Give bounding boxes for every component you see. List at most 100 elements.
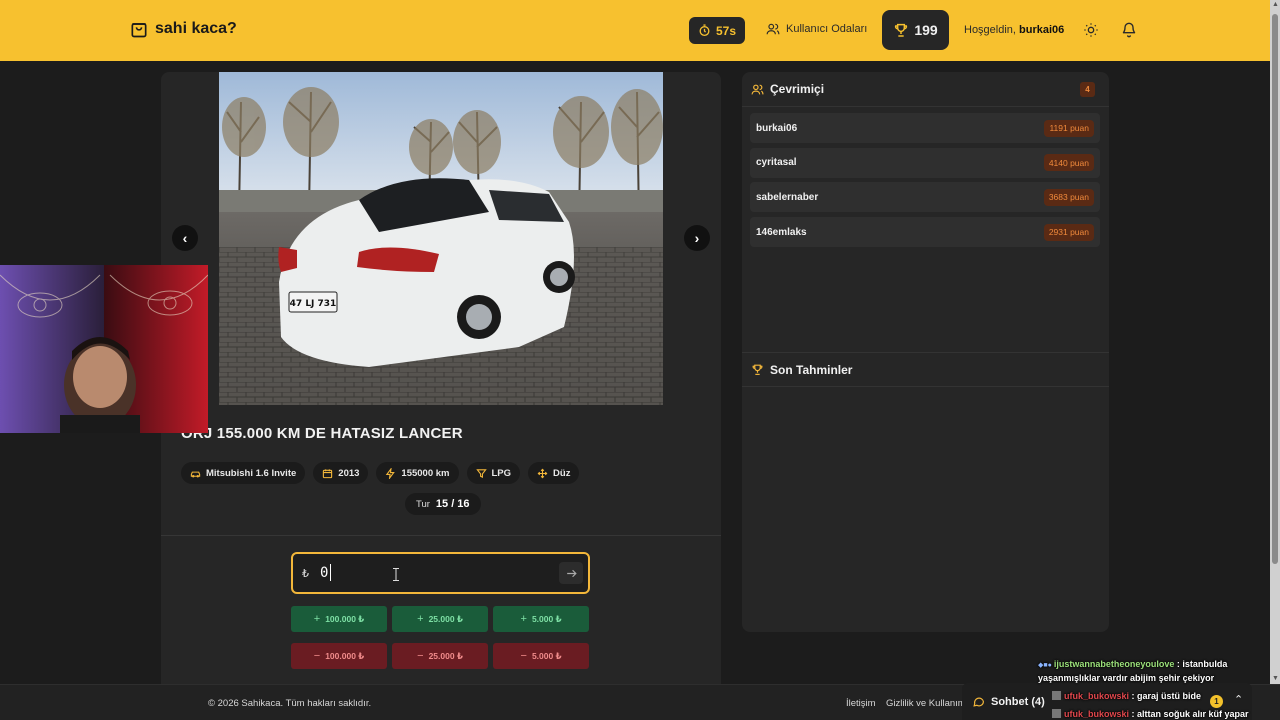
logo-text: sahi kaca?	[155, 20, 237, 37]
gauge-icon	[386, 467, 396, 479]
chat-text: : alttan soğuk alır küf yapar	[1129, 709, 1249, 719]
fuel-icon	[475, 468, 487, 478]
online-title: Çevrimiçi	[770, 82, 825, 96]
contact-link[interactable]: İletişim	[846, 698, 876, 709]
previous-photo-button[interactable]: ‹	[172, 225, 198, 251]
stream-chat-message: ◆■● ijustwannabetheoneyoulove : istanbuld…	[1038, 658, 1227, 672]
gear-shift-icon	[537, 468, 548, 478]
chat-username: ijustwannabetheoneyoulove	[1053, 659, 1175, 669]
subtract-25000-button[interactable]: −25.000 ₺	[392, 643, 488, 669]
add-5000-button[interactable]: +5.000 ₺	[493, 606, 589, 632]
spec-chip-mileage: 155000 km	[376, 462, 459, 484]
user-rooms-link[interactable]: Kullanıcı Odaları	[766, 22, 867, 36]
chat-text: : garaj üstü bide	[1129, 691, 1202, 701]
increase-buttons: +100.000 ₺ +25.000 ₺ +5.000 ₺	[291, 606, 589, 632]
chat-unread-badge: 1	[1210, 695, 1223, 708]
shopping-bag-icon	[131, 23, 147, 38]
price-guess-input[interactable]: ₺ 0	[291, 552, 590, 594]
chevron-right-icon: ›	[694, 230, 700, 246]
chat-username: ufuk_bukowski	[1064, 691, 1130, 701]
minus-icon: −	[417, 650, 424, 662]
list-item[interactable]: cyritasal 4140 puan	[750, 147, 1100, 178]
subtract-25000-label: 25.000 ₺	[428, 650, 463, 661]
score-button[interactable]: 199	[882, 10, 949, 50]
spec-year-label: 2013	[338, 467, 360, 479]
guess-value[interactable]: 0	[320, 565, 328, 581]
spec-fuel-label: LPG	[491, 467, 512, 479]
scroll-up-arrow-icon[interactable]: ▲	[1272, 1, 1279, 8]
stream-chat-message: ufuk_bukowski : alttan soğuk alır küf ya…	[1052, 708, 1249, 720]
user-points-badge: 3683 puan	[1043, 188, 1094, 206]
users-icon	[766, 23, 780, 35]
chat-username: ufuk_bukowski	[1064, 709, 1130, 719]
spec-chip-fuel: LPG	[466, 462, 521, 484]
timer-value: 57s	[715, 23, 737, 38]
list-item[interactable]: sabelernaber 3683 puan	[750, 182, 1100, 213]
add-100000-label: 100.000 ₺	[325, 613, 365, 624]
add-25000-label: 25.000 ₺	[428, 613, 463, 624]
round-value: 15 / 16	[435, 498, 470, 510]
privacy-link[interactable]: Gizlilik ve Kullanım	[886, 698, 966, 709]
chat-label: Sohbet (4)	[972, 695, 1045, 708]
car-photo-image: 47 LJ 731	[219, 72, 663, 405]
bell-icon[interactable]	[1121, 22, 1137, 38]
subtract-5000-button[interactable]: −5.000 ₺	[493, 643, 589, 669]
license-plate-text: 47 LJ 731	[290, 299, 337, 309]
user-points-badge: 1191 puan	[1044, 119, 1094, 137]
score-value: 199	[914, 22, 938, 38]
user-name: cyritasal	[756, 157, 797, 169]
spec-chips: Mitsubishi 1.6 Invite 2013 155000 km LPG…	[181, 462, 580, 484]
sun-icon[interactable]	[1083, 22, 1099, 38]
webcam-overlay	[0, 265, 208, 433]
page-scrollbar[interactable]: ▲ ▼	[1270, 0, 1280, 684]
user-points-badge: 2931 puan	[1043, 223, 1094, 241]
chevron-left-icon: ‹	[182, 230, 188, 246]
spec-transmission-label: Düz	[553, 467, 571, 479]
spec-chip-transmission: Düz	[528, 462, 580, 484]
subtract-100000-label: 100.000 ₺	[325, 650, 365, 661]
add-5000-label: 5.000 ₺	[531, 613, 562, 624]
round-indicator: Tur 15 / 16	[405, 493, 481, 515]
spec-chip-model: Mitsubishi 1.6 Invite	[181, 462, 306, 484]
chat-text: : istanbulda	[1174, 659, 1228, 669]
decrease-buttons: −100.000 ₺ −25.000 ₺ −5.000 ₺	[291, 643, 589, 669]
add-100000-button[interactable]: +100.000 ₺	[291, 606, 387, 632]
top-header: sahi kaca? 57s Kullanıcı Odaları 199 Hoş…	[0, 0, 1270, 61]
chevron-up-icon[interactable]: ⌃	[1234, 693, 1243, 706]
site-logo[interactable]: sahi kaca?	[129, 19, 237, 39]
trophy-icon	[895, 23, 908, 37]
chat-text: yaşanmışlıklar vardır abijim şehir çekiy…	[1038, 673, 1215, 683]
user-name: 146emlaks	[756, 226, 807, 238]
next-photo-button[interactable]: ›	[684, 225, 710, 251]
copyright-text: © 2026 Sahikaca. Tüm hakları saklıdır.	[208, 698, 372, 709]
subtract-5000-label: 5.000 ₺	[531, 650, 562, 661]
stream-chat-message: ufuk_bukowski : garaj üstü bide	[1052, 690, 1201, 702]
section-divider	[161, 535, 721, 536]
user-points-badge: 4140 puan	[1043, 154, 1094, 172]
online-users-header: Çevrimiçi 4	[742, 72, 1109, 107]
list-item[interactable]: burkai06 1191 puan	[750, 113, 1100, 143]
add-25000-button[interactable]: +25.000 ₺	[392, 606, 488, 632]
car-icon	[190, 471, 201, 477]
online-users-list: burkai06 1191 puan cyritasal 4140 puan s…	[750, 113, 1100, 252]
scroll-down-arrow-icon[interactable]: ▼	[1272, 675, 1279, 682]
listing-title: ORJ 155.000 KM DE HATASIZ LANCER	[181, 425, 463, 442]
greeting-username[interactable]: burkai06	[1019, 24, 1064, 36]
spec-chip-year: 2013	[313, 462, 369, 484]
round-label: Tur	[416, 498, 430, 510]
subtract-100000-button[interactable]: −100.000 ₺	[291, 643, 387, 669]
minus-icon: −	[520, 650, 527, 662]
greeting: Hoşgeldin, burkai06	[964, 24, 1064, 36]
plus-icon: +	[313, 613, 321, 625]
plus-icon: +	[417, 613, 424, 625]
list-item[interactable]: 146emlaks 2931 puan	[750, 217, 1100, 248]
text-caret	[330, 564, 331, 581]
scroll-thumb[interactable]	[1272, 14, 1278, 564]
side-panel: Çevrimiçi 4 burkai06 1191 puan cyritasal…	[742, 72, 1109, 632]
text-cursor-icon	[393, 568, 399, 581]
submit-guess-button[interactable]	[559, 562, 583, 584]
user-rooms-label: Kullanıcı Odaları	[786, 23, 868, 35]
stream-chat-message: yaşanmışlıklar vardır abijim şehir çekiy…	[1038, 672, 1214, 684]
webcam-image	[0, 265, 208, 433]
spec-mileage-label: 155000 km	[401, 467, 450, 479]
